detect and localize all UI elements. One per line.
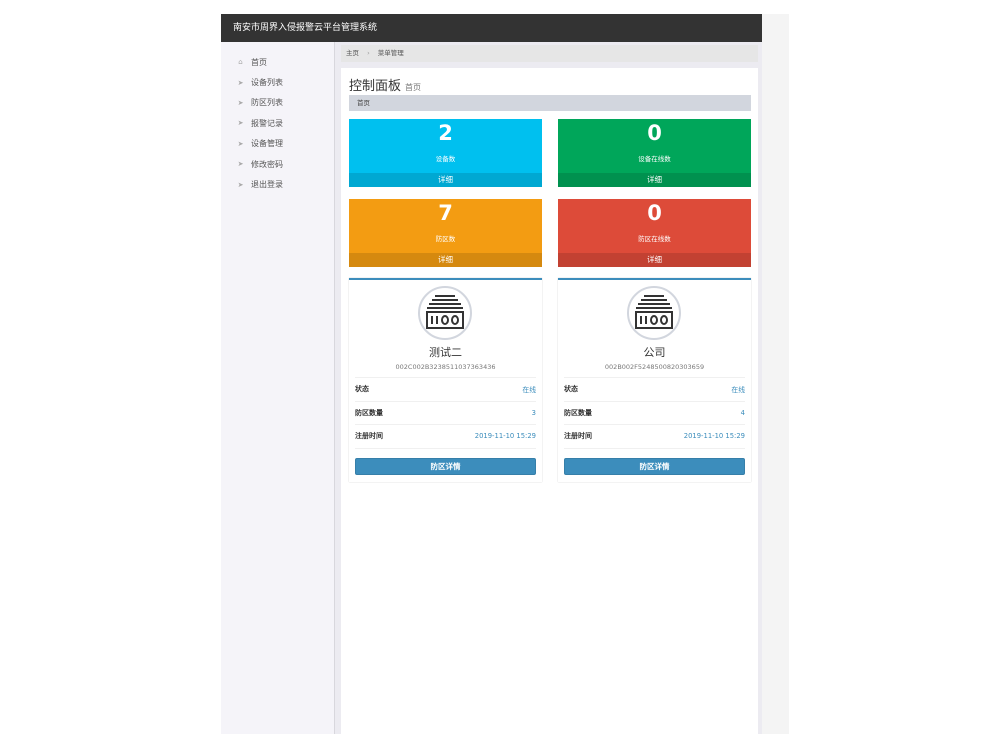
info-key: 注册时间: [564, 432, 592, 441]
stat-box-device-online: 0 设备在线数 详细: [558, 119, 751, 187]
info-key: 防区数量: [355, 408, 383, 417]
paper-plane-icon: ➤: [237, 98, 244, 107]
device-info-row: 防区数量 4: [564, 402, 745, 425]
stat-box-device-count: 2 设备数 详细: [349, 119, 542, 187]
info-value: 3: [531, 408, 536, 417]
device-avatar-icon: [418, 286, 472, 340]
app-header: 南安市周界入侵报警云平台管理系统: [221, 14, 762, 42]
sidebar-item-home[interactable]: ⌂ 首页: [221, 52, 334, 72]
sidebar-item-label: 首页: [251, 57, 267, 67]
stat-value: 0: [647, 121, 662, 145]
stat-value: 0: [647, 201, 662, 225]
stat-detail-link[interactable]: 详细: [558, 173, 751, 187]
paper-plane-icon: ➤: [237, 139, 244, 148]
right-gutter: [762, 14, 789, 734]
stat-label: 设备数: [435, 155, 456, 163]
stat-value: 2: [438, 121, 453, 145]
device-info-row: 注册时间 2019-11-10 15:29: [355, 425, 536, 449]
sidebar: ⌂ 首页 ➤ 设备列表 ➤ 防区列表 ➤ 报警记录 ➤ 设备管理 ➤ 修改密码 …: [221, 42, 335, 734]
device-card: 测试二 002C002B3238511037363436 状态 在线 防区数量 …: [349, 278, 542, 482]
zone-detail-button[interactable]: 防区详情: [564, 458, 745, 475]
info-key: 注册时间: [355, 432, 383, 441]
breadcrumb-current: 菜单管理: [377, 49, 404, 57]
info-key: 状态: [355, 385, 369, 394]
device-id: 002B002F5248500820303659: [604, 363, 705, 371]
chevron-right-icon: ›: [367, 49, 370, 57]
page-breadcrumb-home[interactable]: 首页: [357, 99, 370, 107]
stat-detail-link[interactable]: 详细: [349, 173, 542, 187]
info-key: 状态: [564, 385, 578, 394]
paper-plane-icon: ➤: [237, 78, 244, 87]
paper-plane-icon: ➤: [237, 180, 244, 189]
device-name: 测试二: [429, 346, 462, 359]
breadcrumb: 主页 › 菜单管理: [341, 45, 758, 62]
device-info-row: 注册时间 2019-11-10 15:29: [564, 425, 745, 449]
home-icon: ⌂: [238, 58, 243, 67]
device-info-row: 状态 在线: [564, 378, 745, 402]
main-area: 主页 › 菜单管理 控制面板首页 首页 2 设备数 详细 0 设备在线数 详细: [338, 42, 762, 734]
page-title: 控制面板 首页: [349, 75, 421, 94]
sidebar-item-label: 修改密码: [251, 159, 283, 169]
stat-detail-link[interactable]: 详细: [349, 253, 542, 267]
info-value: 在线: [522, 386, 536, 395]
device-info-row: 防区数量 3: [355, 402, 536, 425]
device-id: 002C002B3238511037363436: [395, 363, 496, 371]
paper-plane-icon: ➤: [237, 160, 244, 169]
sidebar-item-change-password[interactable]: ➤ 修改密码: [221, 154, 334, 174]
stat-label: 防区在线数: [638, 235, 671, 243]
info-value: 4: [740, 408, 745, 417]
stat-label: 防区数: [435, 235, 456, 243]
sidebar-item-alarm-records[interactable]: ➤ 报警记录: [221, 113, 334, 133]
app-window: 南安市周界入侵报警云平台管理系统 ⌂ 首页 ➤ 设备列表 ➤ 防区列表 ➤ 报警…: [221, 14, 762, 734]
app-title: 南安市周界入侵报警云平台管理系统: [233, 23, 378, 33]
sidebar-item-label: 防区列表: [251, 98, 283, 108]
info-value: 2019-11-10 15:29: [683, 432, 745, 441]
device-info-list: 状态 在线 防区数量 4 注册时间 2019-11-10 15:29: [564, 377, 745, 449]
page-breadcrumb: 首页: [349, 95, 751, 111]
breadcrumb-home[interactable]: 主页: [346, 49, 359, 57]
sidebar-item-zone-list[interactable]: ➤ 防区列表: [221, 93, 334, 113]
stat-label: 设备在线数: [638, 155, 671, 163]
sidebar-item-device-management[interactable]: ➤ 设备管理: [221, 134, 334, 154]
sidebar-item-device-list[interactable]: ➤ 设备列表: [221, 72, 334, 92]
stat-box-zone-online: 0 防区在线数 详细: [558, 199, 751, 267]
sidebar-item-logout[interactable]: ➤ 退出登录: [221, 174, 334, 194]
page-subtitle: 首页: [405, 83, 422, 92]
sidebar-item-label: 设备管理: [251, 139, 283, 149]
sidebar-item-label: 报警记录: [251, 118, 283, 128]
paper-plane-icon: ➤: [237, 119, 244, 128]
device-info-row: 状态 在线: [355, 378, 536, 402]
sidebar-item-label: 设备列表: [251, 78, 283, 88]
device-name: 公司: [643, 346, 666, 359]
stat-box-zone-count: 7 防区数 详细: [349, 199, 542, 267]
device-card: 公司 002B002F5248500820303659 状态 在线 防区数量 4…: [558, 278, 751, 482]
device-avatar-icon: [627, 286, 681, 340]
info-key: 防区数量: [564, 408, 592, 417]
stat-value: 7: [438, 201, 453, 225]
device-info-list: 状态 在线 防区数量 3 注册时间 2019-11-10 15:29: [355, 377, 536, 449]
stat-detail-link[interactable]: 详细: [558, 253, 751, 267]
page-title-text: 控制面板: [349, 79, 402, 94]
content-panel: 控制面板首页 首页 2 设备数 详细 0 设备在线数 详细 7 防区数 详细: [341, 68, 758, 734]
info-value: 2019-11-10 15:29: [474, 432, 536, 441]
zone-detail-button[interactable]: 防区详情: [355, 458, 536, 475]
info-value: 在线: [731, 386, 745, 395]
sidebar-item-label: 退出登录: [251, 180, 283, 190]
